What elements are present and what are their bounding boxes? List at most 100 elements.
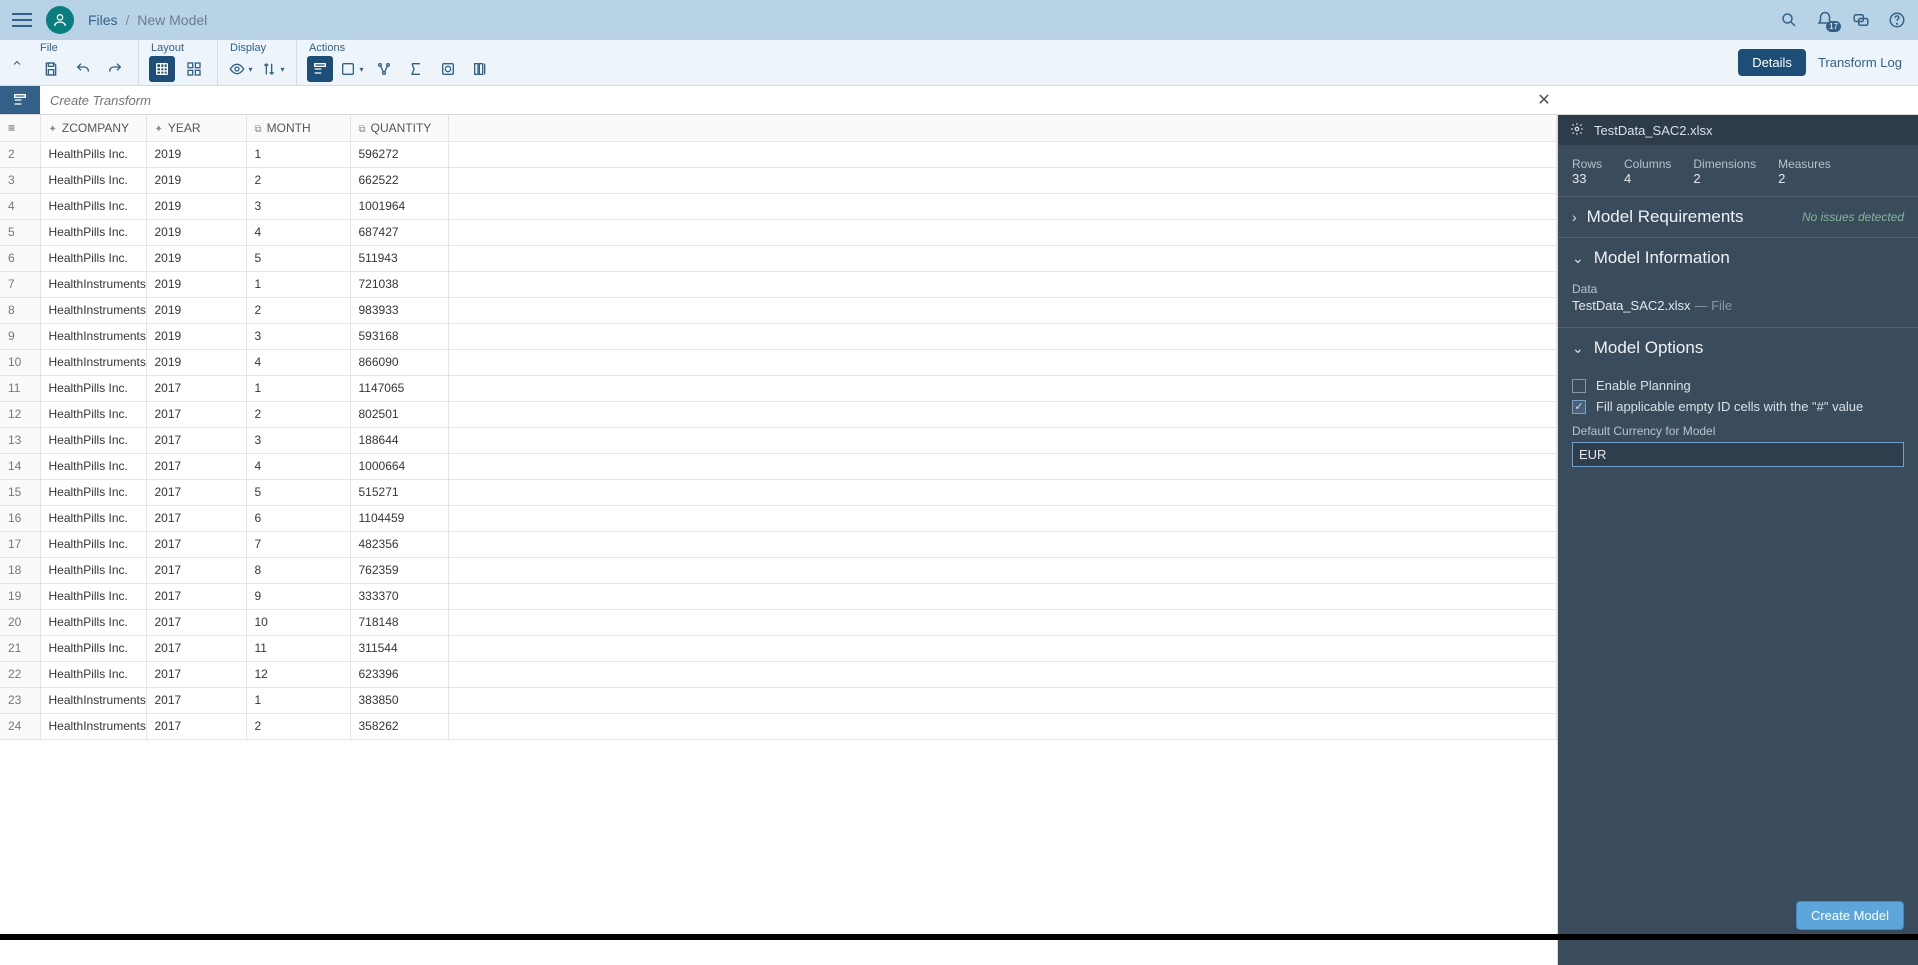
- cell-month[interactable]: 9: [246, 583, 350, 609]
- cell-zcompany[interactable]: HealthInstruments: [40, 713, 146, 739]
- cell-year[interactable]: 2017: [146, 557, 246, 583]
- row-number-header[interactable]: ≡: [0, 115, 40, 141]
- cell-month[interactable]: 1: [246, 141, 350, 167]
- cell-year[interactable]: 2017: [146, 505, 246, 531]
- column-settings-icon[interactable]: [467, 56, 493, 82]
- row-number[interactable]: 16: [0, 505, 40, 531]
- row-number[interactable]: 19: [0, 583, 40, 609]
- cell-quantity[interactable]: 333370: [350, 583, 448, 609]
- cell-zcompany[interactable]: HealthInstruments: [40, 349, 146, 375]
- table-row[interactable]: 21HealthPills Inc.201711311544: [0, 635, 1557, 661]
- cell-month[interactable]: 5: [246, 245, 350, 271]
- transform-log-link[interactable]: Transform Log: [1818, 55, 1902, 70]
- cell-quantity[interactable]: 718148: [350, 609, 448, 635]
- table-row[interactable]: 10HealthInstruments20194866090: [0, 349, 1557, 375]
- cell-quantity[interactable]: 596272: [350, 141, 448, 167]
- cell-zcompany[interactable]: HealthInstruments: [40, 271, 146, 297]
- cell-month[interactable]: 2: [246, 167, 350, 193]
- col-header-zcompany[interactable]: ✦ZCOMPANY: [40, 115, 146, 141]
- save-icon[interactable]: [38, 56, 64, 82]
- cell-quantity[interactable]: 511943: [350, 245, 448, 271]
- visibility-icon[interactable]: [228, 56, 254, 82]
- cell-quantity[interactable]: 1147065: [350, 375, 448, 401]
- cell-month[interactable]: 5: [246, 479, 350, 505]
- cell-zcompany[interactable]: HealthPills Inc.: [40, 167, 146, 193]
- sort-icon[interactable]: [260, 56, 286, 82]
- cell-year[interactable]: 2017: [146, 453, 246, 479]
- row-number[interactable]: 18: [0, 557, 40, 583]
- cell-quantity[interactable]: 802501: [350, 401, 448, 427]
- cell-year[interactable]: 2019: [146, 271, 246, 297]
- table-row[interactable]: 4HealthPills Inc.201931001964: [0, 193, 1557, 219]
- table-row[interactable]: 14HealthPills Inc.201741000664: [0, 453, 1557, 479]
- cell-zcompany[interactable]: HealthInstruments: [40, 687, 146, 713]
- row-number[interactable]: 4: [0, 193, 40, 219]
- cell-zcompany[interactable]: HealthPills Inc.: [40, 531, 146, 557]
- cell-quantity[interactable]: 866090: [350, 349, 448, 375]
- section-head-requirements[interactable]: › Model Requirements No issues detected: [1558, 197, 1918, 237]
- cell-quantity[interactable]: 1104459: [350, 505, 448, 531]
- card-view-icon[interactable]: [181, 56, 207, 82]
- cell-month[interactable]: 11: [246, 635, 350, 661]
- cell-quantity[interactable]: 721038: [350, 271, 448, 297]
- breadcrumb-root[interactable]: Files: [88, 12, 118, 28]
- cell-year[interactable]: 2017: [146, 609, 246, 635]
- cell-quantity[interactable]: 762359: [350, 557, 448, 583]
- cell-month[interactable]: 4: [246, 453, 350, 479]
- row-number[interactable]: 10: [0, 349, 40, 375]
- cell-year[interactable]: 2019: [146, 349, 246, 375]
- table-row[interactable]: 20HealthPills Inc.201710718148: [0, 609, 1557, 635]
- row-number[interactable]: 20: [0, 609, 40, 635]
- col-header-month[interactable]: ⧉MONTH: [246, 115, 350, 141]
- cell-month[interactable]: 3: [246, 193, 350, 219]
- details-button[interactable]: Details: [1738, 49, 1806, 76]
- table-row[interactable]: 16HealthPills Inc.201761104459: [0, 505, 1557, 531]
- cell-quantity[interactable]: 662522: [350, 167, 448, 193]
- cell-quantity[interactable]: 311544: [350, 635, 448, 661]
- cell-month[interactable]: 4: [246, 219, 350, 245]
- table-row[interactable]: 7HealthInstruments20191721038: [0, 271, 1557, 297]
- cell-zcompany[interactable]: HealthPills Inc.: [40, 453, 146, 479]
- cell-zcompany[interactable]: HealthInstruments: [40, 323, 146, 349]
- table-row[interactable]: 18HealthPills Inc.20178762359: [0, 557, 1557, 583]
- table-row[interactable]: 15HealthPills Inc.20175515271: [0, 479, 1557, 505]
- cell-zcompany[interactable]: HealthPills Inc.: [40, 375, 146, 401]
- cell-year[interactable]: 2017: [146, 531, 246, 557]
- row-number[interactable]: 14: [0, 453, 40, 479]
- cell-zcompany[interactable]: HealthPills Inc.: [40, 193, 146, 219]
- cell-month[interactable]: 1: [246, 375, 350, 401]
- menu-icon[interactable]: [12, 13, 32, 27]
- row-number[interactable]: 8: [0, 297, 40, 323]
- transform-input[interactable]: [40, 87, 1530, 114]
- cell-month[interactable]: 8: [246, 557, 350, 583]
- cell-year[interactable]: 2017: [146, 713, 246, 739]
- cell-zcompany[interactable]: HealthPills Inc.: [40, 427, 146, 453]
- cell-zcompany[interactable]: HealthPills Inc.: [40, 479, 146, 505]
- cell-month[interactable]: 2: [246, 401, 350, 427]
- table-row[interactable]: 19HealthPills Inc.20179333370: [0, 583, 1557, 609]
- close-icon[interactable]: ✕: [1530, 90, 1558, 110]
- action-dropdown-icon[interactable]: [339, 56, 365, 82]
- row-number[interactable]: 6: [0, 245, 40, 271]
- table-row[interactable]: 8HealthInstruments20192983933: [0, 297, 1557, 323]
- row-number[interactable]: 24: [0, 713, 40, 739]
- row-number[interactable]: 17: [0, 531, 40, 557]
- table-row[interactable]: 22HealthPills Inc.201712623396: [0, 661, 1557, 687]
- fill-empty-cells-checkbox[interactable]: ✓ Fill applicable empty ID cells with th…: [1572, 399, 1904, 414]
- cell-quantity[interactable]: 1001964: [350, 193, 448, 219]
- table-row[interactable]: 24HealthInstruments20172358262: [0, 713, 1557, 739]
- row-number[interactable]: 13: [0, 427, 40, 453]
- notifications-icon[interactable]: 17: [1816, 11, 1834, 29]
- hierarchy-icon[interactable]: [371, 56, 397, 82]
- cell-zcompany[interactable]: HealthPills Inc.: [40, 245, 146, 271]
- redo-icon[interactable]: [102, 56, 128, 82]
- table-row[interactable]: 5HealthPills Inc.20194687427: [0, 219, 1557, 245]
- cell-zcompany[interactable]: HealthPills Inc.: [40, 401, 146, 427]
- cell-zcompany[interactable]: HealthPills Inc.: [40, 661, 146, 687]
- cell-quantity[interactable]: 983933: [350, 297, 448, 323]
- cell-quantity[interactable]: 482356: [350, 531, 448, 557]
- cell-month[interactable]: 1: [246, 271, 350, 297]
- cell-zcompany[interactable]: HealthPills Inc.: [40, 609, 146, 635]
- table-row[interactable]: 9HealthInstruments20193593168: [0, 323, 1557, 349]
- cell-month[interactable]: 1: [246, 687, 350, 713]
